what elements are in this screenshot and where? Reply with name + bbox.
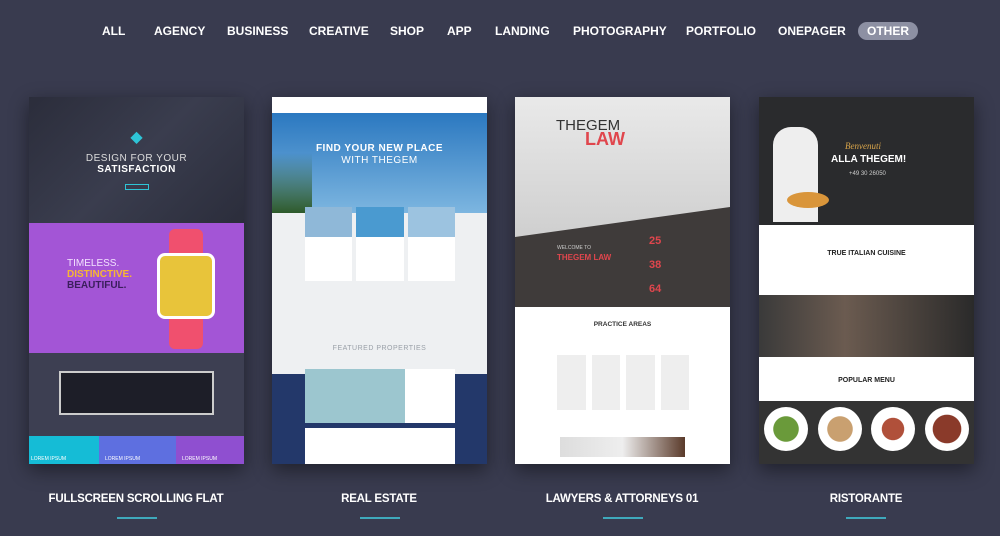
filter-shop[interactable]: SHOP (390, 22, 424, 40)
section-title: POPULAR MENU (838, 377, 895, 384)
section-title: FEATURED PROPERTIES (332, 345, 427, 352)
demo-card-fullscreen-scrolling-flat[interactable]: ◆ DESIGN FOR YOUR SATISFACTION TIMELESS.… (29, 97, 244, 464)
script-title: Benvenuti (845, 141, 881, 151)
plate-image (871, 407, 916, 451)
slogan-3: BEAUTIFUL. (67, 280, 127, 291)
property-card (356, 207, 404, 281)
demo-title[interactable]: LAWYERS & ATTORNEYS 01 (492, 493, 752, 505)
tile-label: LOREM IPSUM (31, 456, 67, 462)
practice-card (557, 355, 586, 410)
hero-section: ◆ DESIGN FOR YOUR SATISFACTION (29, 97, 244, 223)
filter-portfolio[interactable]: PORTFOLIO (686, 22, 756, 40)
featured-property (305, 369, 455, 423)
filter-other[interactable]: OTHER (858, 22, 918, 40)
plate-image (925, 407, 970, 451)
filter-onepager[interactable]: ONEPAGER (778, 22, 846, 40)
tile-2: LOREM IPSUM (99, 436, 176, 464)
property-card (305, 207, 353, 281)
featured-section (272, 369, 487, 464)
tile-label: LOREM IPSUM (105, 456, 141, 462)
tile-label: LOREM IPSUM (182, 456, 218, 462)
section-title: TRUE ITALIAN CUISINE (827, 250, 906, 257)
hero-section: FIND YOUR NEW PLACE WITH THEGEM (272, 113, 487, 213)
practice-card (626, 355, 655, 410)
stat-cases: 64 (649, 283, 662, 295)
filter-app[interactable]: APP (447, 22, 472, 40)
watch-face-image (157, 253, 215, 319)
category-filter-bar: ALL AGENCY BUSINESS CREATIVE SHOP APP LA… (0, 22, 1000, 42)
filter-business[interactable]: BUSINESS (227, 22, 288, 40)
slogan-1: TIMELESS. (67, 258, 120, 269)
pizza-image (787, 192, 829, 208)
demo-card-lawyers[interactable]: THEGEM LAW WELCOME TO THEGEM LAW 25 38 6… (515, 97, 730, 464)
hero-line-2: LAW (585, 129, 625, 149)
title-underline (846, 517, 886, 519)
stat-years: 25 (649, 235, 662, 247)
welcome-title: THEGEM LAW (557, 253, 612, 262)
plate-image (817, 407, 862, 451)
demo-card-real-estate[interactable]: FIND YOUR NEW PLACE WITH THEGEM FEATURED… (272, 97, 487, 464)
filter-landing[interactable]: LANDING (495, 22, 550, 40)
hero-section: Benvenuti ALLA THEGEM! +49 30 26050 (759, 97, 974, 225)
hero-line-2: SATISFACTION (97, 164, 176, 175)
palm-image (272, 113, 312, 213)
title-underline (360, 517, 400, 519)
hero-line-1: DESIGN FOR YOUR (85, 153, 188, 164)
tile-3: LOREM IPSUM (176, 436, 244, 464)
diamond-icon: ◆ (130, 129, 143, 146)
demo-title[interactable]: REAL ESTATE (249, 493, 509, 505)
featured-property (305, 428, 455, 464)
property-card (407, 207, 455, 281)
menu-plates (759, 401, 974, 464)
desk-section (29, 353, 244, 436)
section-title: PRACTICE AREAS (593, 321, 652, 328)
site-header (272, 97, 487, 113)
property-cards (305, 207, 455, 281)
demo-title[interactable]: FULLSCREEN SCROLLING FLAT (6, 493, 266, 505)
practice-card (660, 355, 689, 410)
practice-card (591, 355, 620, 410)
gavel-image (560, 437, 685, 457)
title-underline (603, 517, 643, 519)
hero-button (125, 184, 149, 190)
watch-section: TIMELESS. DISTINCTIVE. BEAUTIFUL. (29, 223, 244, 353)
restaurant-image (759, 295, 974, 357)
demo-card-ristorante[interactable]: Benvenuti ALLA THEGEM! +49 30 26050 TRUE… (759, 97, 974, 464)
phone-number: +49 30 26050 (849, 171, 886, 177)
slogan-2: DISTINCTIVE. (67, 269, 133, 280)
monitor-image (59, 371, 214, 415)
welcome-label: WELCOME TO (557, 245, 591, 251)
tile-1: LOREM IPSUM (29, 436, 99, 464)
hero-title: ALLA THEGEM! (831, 154, 907, 165)
filter-agency[interactable]: AGENCY (154, 22, 205, 40)
stat-professionals: 38 (649, 259, 662, 271)
filter-all[interactable]: ALL (102, 22, 125, 40)
title-underline (117, 517, 157, 519)
demo-title[interactable]: RISTORANTE (736, 493, 996, 505)
filter-photography[interactable]: PHOTOGRAPHY (573, 22, 667, 40)
filter-creative[interactable]: CREATIVE (309, 22, 369, 40)
practice-cards (557, 355, 689, 410)
plate-image (763, 407, 808, 451)
